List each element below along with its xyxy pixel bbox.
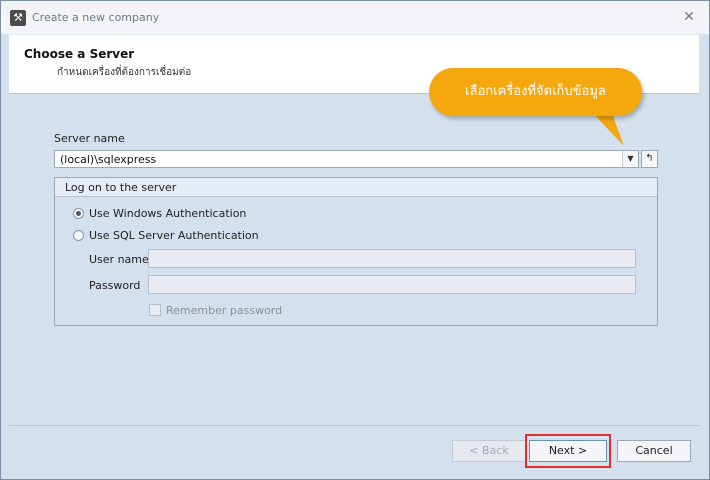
- app-icon: ⚒: [10, 10, 26, 26]
- remember-password-checkbox[interactable]: [149, 304, 161, 316]
- server-name-value: (local)\sqlexpress: [60, 153, 157, 166]
- windows-auth-label[interactable]: Use Windows Authentication: [89, 207, 246, 220]
- title-bar[interactable]: ⚒ Create a new company ✕: [1, 1, 709, 34]
- password-input[interactable]: [148, 275, 636, 294]
- callout-bubble: เลือกเครื่องที่จัดเก็บข้อมูล: [429, 68, 642, 116]
- close-icon[interactable]: ✕: [681, 9, 697, 25]
- next-button-highlight: [525, 434, 611, 468]
- page-title: Choose a Server: [24, 47, 135, 61]
- password-label: Password: [89, 279, 141, 292]
- remember-password-label: Remember password: [166, 304, 283, 317]
- sql-auth-label[interactable]: Use SQL Server Authentication: [89, 229, 259, 242]
- logon-group-header: Log on to the server: [55, 178, 657, 197]
- username-label: User name: [89, 253, 149, 266]
- window-title: Create a new company: [32, 11, 160, 24]
- logon-group-title: Log on to the server: [65, 181, 177, 194]
- sql-auth-radio[interactable]: [73, 230, 84, 241]
- page-subtitle: กำหนดเครื่องที่ต้องการเชื่อมต่อ: [57, 67, 192, 78]
- footer-divider: [9, 425, 699, 426]
- back-button[interactable]: < Back: [452, 440, 526, 462]
- server-name-label: Server name: [54, 132, 125, 145]
- refresh-servers-button[interactable]: ↰: [641, 150, 658, 168]
- chevron-down-icon[interactable]: ▼: [622, 151, 638, 167]
- cancel-button[interactable]: Cancel: [617, 440, 691, 462]
- username-input[interactable]: [148, 249, 636, 268]
- windows-auth-radio[interactable]: [73, 208, 84, 219]
- server-name-combo[interactable]: (local)\sqlexpress ▼: [54, 150, 639, 168]
- logon-group: Log on to the server Use Windows Authent…: [54, 177, 658, 326]
